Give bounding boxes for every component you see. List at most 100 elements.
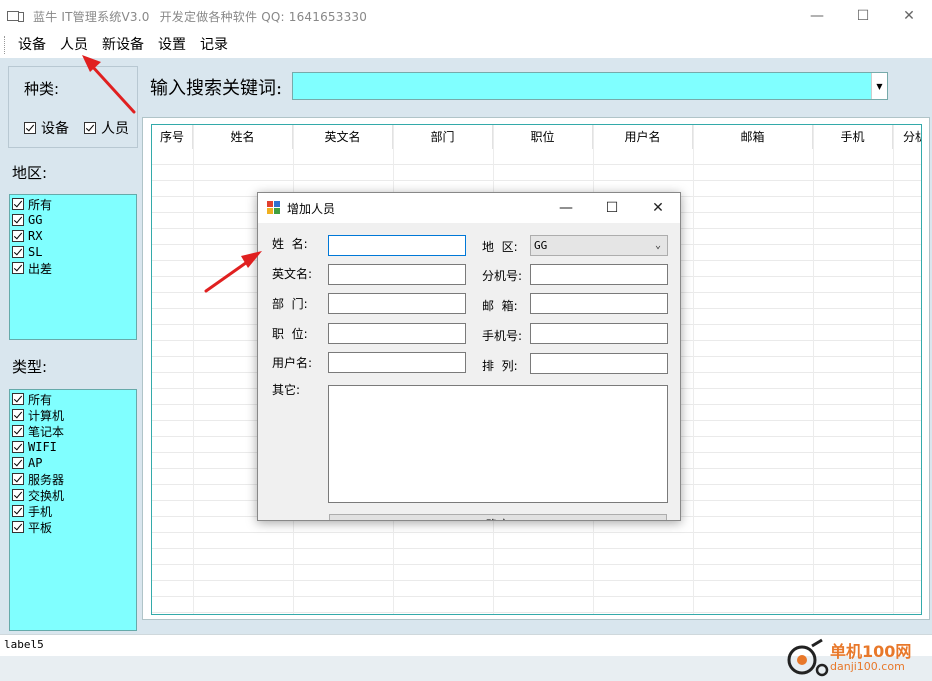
department-input[interactable] bbox=[328, 293, 466, 314]
type-item-laptop[interactable]: 笔记本 bbox=[12, 423, 134, 439]
col-header-department[interactable]: 部门 bbox=[393, 125, 493, 149]
maximize-button[interactable]: ☐ bbox=[840, 0, 886, 32]
add-personnel-dialog: 增加人员 — ☐ ✕ 姓 名: 英文名: 部 门: 职 位: 用户名: 其它: … bbox=[257, 192, 681, 521]
checkbox-checked-icon bbox=[12, 489, 24, 501]
col-header-email[interactable]: 邮箱 bbox=[693, 125, 813, 149]
region-select[interactable]: GG ⌄ bbox=[530, 235, 668, 256]
other-label: 其它: bbox=[272, 383, 301, 397]
other-textarea[interactable] bbox=[328, 385, 668, 503]
title-bar: 蓝牛 IT管理系统V3.0 开发定做各种软件 QQ: 1641653330 — … bbox=[0, 0, 932, 32]
name-input[interactable] bbox=[328, 235, 466, 256]
col-header-english-name[interactable]: 英文名 bbox=[293, 125, 393, 149]
email-input[interactable] bbox=[530, 293, 668, 314]
username-input[interactable] bbox=[328, 352, 466, 373]
category-device-checkbox[interactable]: 设备 bbox=[24, 118, 69, 138]
category-label: 种类: bbox=[24, 80, 60, 98]
type-item-tablet[interactable]: 平板 bbox=[12, 519, 134, 535]
grid-header: 序号 姓名 英文名 部门 职位 用户名 邮箱 手机 分机 bbox=[152, 125, 921, 149]
checkbox-checked-icon bbox=[12, 521, 24, 533]
col-header-index[interactable]: 序号 bbox=[152, 125, 193, 149]
type-list[interactable]: 所有 计算机 笔记本 WIFI AP 服务器 交换机 手机 平板 bbox=[9, 389, 137, 631]
menu-personnel[interactable]: 人员 bbox=[54, 32, 94, 58]
dialog-title-bar: 增加人员 — ☐ ✕ bbox=[258, 193, 680, 223]
menu-settings[interactable]: 设置 bbox=[152, 32, 192, 58]
checkbox-checked-icon bbox=[12, 473, 24, 485]
checkbox-checked-icon bbox=[84, 122, 96, 134]
type-item-phone[interactable]: 手机 bbox=[12, 503, 134, 519]
english-name-label: 英文名: bbox=[272, 267, 313, 281]
region-item-gg[interactable]: GG bbox=[12, 212, 134, 228]
type-item-switch[interactable]: 交换机 bbox=[12, 487, 134, 503]
type-item-wifi[interactable]: WIFI bbox=[12, 439, 134, 455]
region-field-label: 地 区: bbox=[482, 240, 518, 254]
grid-divider bbox=[693, 125, 694, 614]
mobile-label: 手机号: bbox=[482, 329, 523, 343]
type-item-ap[interactable]: AP bbox=[12, 455, 134, 471]
search-label: 输入搜索关键词: bbox=[150, 78, 283, 99]
region-item-business-trip[interactable]: 出差 bbox=[12, 260, 134, 276]
checkbox-checked-icon bbox=[24, 122, 36, 134]
col-header-name[interactable]: 姓名 bbox=[193, 125, 293, 149]
type-item-computer[interactable]: 计算机 bbox=[12, 407, 134, 423]
checkbox-checked-icon bbox=[12, 262, 24, 274]
dialog-maximize-button[interactable]: ☐ bbox=[590, 193, 634, 223]
position-label: 职 位: bbox=[272, 327, 308, 341]
dialog-minimize-button[interactable]: — bbox=[544, 193, 588, 223]
checkbox-checked-icon bbox=[12, 214, 24, 226]
app-icon bbox=[7, 11, 24, 22]
minimize-button[interactable]: — bbox=[794, 0, 840, 32]
left-panel: 种类: 设备 人员 地区: 所有 GG RX SL 出差 类型: 所有 计算机 … bbox=[0, 58, 142, 634]
chevron-down-icon: ⌄ bbox=[654, 240, 661, 251]
extension-input[interactable] bbox=[530, 264, 668, 285]
menu-device[interactable]: 设备 bbox=[12, 32, 52, 58]
region-item-sl[interactable]: SL bbox=[12, 244, 134, 260]
col-header-extension[interactable]: 分机 bbox=[893, 125, 921, 149]
name-label: 姓 名: bbox=[272, 237, 308, 251]
username-label: 用户名: bbox=[272, 356, 313, 370]
dialog-close-button[interactable]: ✕ bbox=[636, 193, 680, 223]
order-label: 排 列: bbox=[482, 359, 518, 373]
dropdown-arrow-icon[interactable]: ▼ bbox=[871, 73, 887, 99]
checkbox-checked-icon bbox=[12, 425, 24, 437]
confirm-button[interactable]: 确定 bbox=[329, 514, 667, 520]
english-name-input[interactable] bbox=[328, 264, 466, 285]
mobile-input[interactable] bbox=[530, 323, 668, 344]
watermark-logo-icon bbox=[787, 638, 829, 677]
extension-label: 分机号: bbox=[482, 269, 523, 283]
menu-new-device[interactable]: 新设备 bbox=[96, 32, 150, 58]
menu-records[interactable]: 记录 bbox=[194, 32, 234, 58]
category-personnel-checkbox[interactable]: 人员 bbox=[84, 118, 129, 138]
checkbox-checked-icon bbox=[12, 441, 24, 453]
type-label: 类型: bbox=[12, 358, 48, 376]
close-button[interactable]: ✕ bbox=[886, 0, 932, 32]
region-label: 地区: bbox=[12, 164, 48, 182]
region-list[interactable]: 所有 GG RX SL 出差 bbox=[9, 194, 137, 340]
category-personnel-label: 人员 bbox=[101, 121, 129, 137]
checkbox-checked-icon bbox=[12, 505, 24, 517]
menu-grip[interactable] bbox=[4, 36, 6, 54]
watermark: 单机100网 danji100.com bbox=[782, 636, 932, 681]
checkbox-checked-icon bbox=[12, 409, 24, 421]
order-input[interactable] bbox=[530, 353, 668, 374]
region-item-all[interactable]: 所有 bbox=[12, 196, 134, 212]
col-header-position[interactable]: 职位 bbox=[493, 125, 593, 149]
grid-divider bbox=[193, 125, 194, 614]
region-select-value: GG bbox=[534, 239, 548, 252]
dialog-title: 增加人员 bbox=[287, 201, 336, 216]
position-input[interactable] bbox=[328, 323, 466, 344]
checkbox-checked-icon bbox=[12, 230, 24, 242]
dialog-app-icon bbox=[267, 201, 281, 215]
type-item-server[interactable]: 服务器 bbox=[12, 471, 134, 487]
department-label: 部 门: bbox=[272, 297, 308, 311]
watermark-url: danji100.com bbox=[830, 660, 905, 673]
checkbox-checked-icon bbox=[12, 393, 24, 405]
region-item-rx[interactable]: RX bbox=[12, 228, 134, 244]
checkbox-checked-icon bbox=[12, 457, 24, 469]
menu-bar: 设备 人员 新设备 设置 记录 bbox=[0, 32, 932, 58]
col-header-mobile[interactable]: 手机 bbox=[813, 125, 893, 149]
grid-divider bbox=[813, 125, 814, 614]
col-header-username[interactable]: 用户名 bbox=[593, 125, 693, 149]
window-title: 蓝牛 IT管理系统V3.0 bbox=[33, 9, 150, 24]
type-item-all[interactable]: 所有 bbox=[12, 391, 134, 407]
search-input[interactable]: ▼ bbox=[292, 72, 888, 100]
